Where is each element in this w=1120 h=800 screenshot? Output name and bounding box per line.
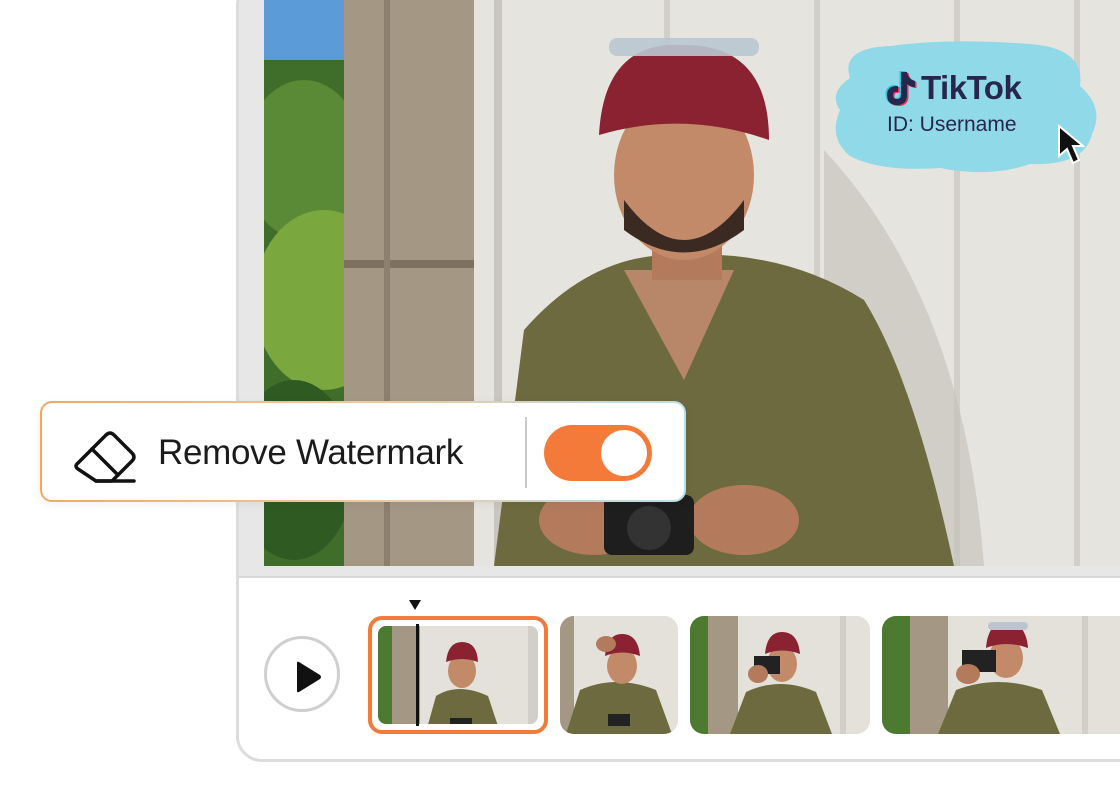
timeline-frame-selected[interactable] xyxy=(368,616,548,734)
tiktok-id-text: ID: Username xyxy=(887,113,1017,136)
tiktok-logo-icon xyxy=(883,69,917,107)
frame-thumbnail xyxy=(378,626,538,724)
eraser-icon xyxy=(74,431,136,483)
remove-watermark-toggle[interactable] xyxy=(544,425,652,481)
timeline-frame[interactable] xyxy=(882,616,1120,734)
timeline-frame[interactable] xyxy=(560,616,678,734)
panel-divider xyxy=(525,417,527,488)
playhead-line xyxy=(416,624,419,726)
toggle-knob xyxy=(601,430,647,476)
playhead-marker-icon[interactable] xyxy=(409,600,421,610)
frame-thumbnail xyxy=(882,616,1120,734)
tiktok-brand-text: TikTok xyxy=(921,69,1022,106)
timeline-frame[interactable] xyxy=(690,616,870,734)
cursor-icon xyxy=(1058,124,1085,165)
frame-thumbnail xyxy=(690,616,870,734)
remove-watermark-panel: Remove Watermark xyxy=(40,401,686,502)
play-button[interactable] xyxy=(264,636,340,712)
play-icon xyxy=(297,661,321,693)
remove-watermark-label: Remove Watermark xyxy=(158,433,464,472)
tiktok-logo: TikTok xyxy=(883,68,1022,108)
frame-thumbnail xyxy=(560,616,678,734)
